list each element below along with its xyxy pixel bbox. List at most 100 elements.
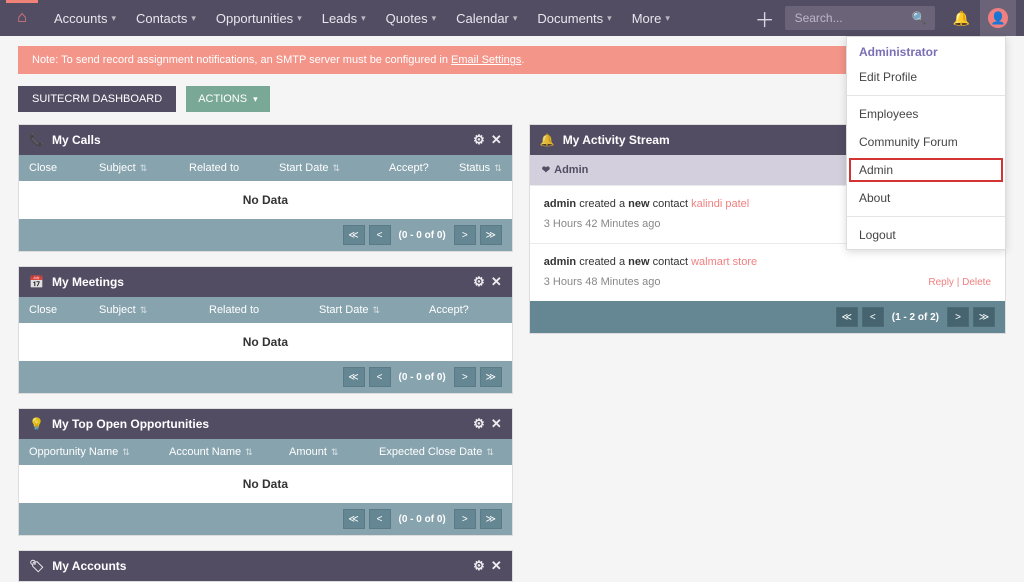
pager-first[interactable]: ≪ [836,307,858,327]
actions-button[interactable]: ACTIONS▾ [186,86,269,112]
col-related[interactable]: Related to [209,304,319,316]
no-data-message: No Data [19,323,512,361]
caret-down-icon: ▾ [297,13,302,24]
close-icon[interactable]: ✕ [491,558,502,574]
col-close[interactable]: Close [29,304,99,316]
nav-documents[interactable]: Documents▾ [527,11,621,26]
pager-prev[interactable]: < [369,225,391,245]
dashlet-title: My Activity Stream [563,133,670,147]
pager-first[interactable]: ≪ [343,367,365,387]
menu-admin[interactable]: Admin [847,156,1005,184]
pager: ≪ < (0 - 0 of 0) > ≫ [19,219,512,251]
pager: ≪ < (1 - 2 of 2) > ≫ [530,301,1005,333]
pager-next[interactable]: > [454,367,476,387]
sort-icon: ⇅ [494,163,502,174]
col-startdate[interactable]: Start Date⇅ [319,304,429,316]
nav-leads[interactable]: Leads▾ [312,11,376,26]
dashlet-columns: Opportunity Name⇅ Account Name⇅ Amount⇅ … [19,439,512,465]
pager-last[interactable]: ≫ [480,367,502,387]
close-icon[interactable]: ✕ [491,416,502,432]
reply-link[interactable]: Reply [928,277,954,288]
col-subject[interactable]: Subject⇅ [99,162,189,174]
menu-edit-profile[interactable]: Edit Profile [847,63,1005,91]
col-amount[interactable]: Amount⇅ [289,446,379,458]
col-status[interactable]: Status⇅ [459,162,502,174]
no-data-message: No Data [19,465,512,503]
home-icon[interactable]: ⌂ [8,4,36,32]
close-icon[interactable]: ✕ [491,132,502,148]
caret-down-icon: ▾ [513,13,518,24]
pager-last[interactable]: ≫ [480,509,502,529]
quick-create-icon[interactable]: ＋ [745,4,785,33]
menu-separator [847,216,1005,217]
close-icon[interactable]: ✕ [491,274,502,290]
col-close-date[interactable]: Expected Close Date⇅ [379,446,502,458]
nav-contacts[interactable]: Contacts▾ [126,11,206,26]
pager-prev[interactable]: < [369,367,391,387]
pager-text: (1 - 2 of 2) [892,312,939,323]
dashlet-my-meetings: 📅 My Meetings ⚙ ✕ Close Subject⇅ Related… [18,266,513,394]
caret-down-icon: ▾ [111,13,116,24]
phone-icon: 📞 [29,133,44,147]
search-icon[interactable]: 🔍 [912,11,927,25]
pager-text: (0 - 0 of 0) [399,514,446,525]
nav-calendar[interactable]: Calendar▾ [446,11,527,26]
col-subject[interactable]: Subject⇅ [99,304,209,316]
col-account-name[interactable]: Account Name⇅ [169,446,289,458]
pager-first[interactable]: ≪ [343,509,365,529]
notifications-icon[interactable]: 🔔 [943,10,980,27]
user-menu-header: Administrator [847,37,1005,63]
pager-next[interactable]: > [454,225,476,245]
sort-icon: ⇅ [122,447,130,458]
gear-icon[interactable]: ⚙ [473,558,485,574]
gear-icon[interactable]: ⚙ [473,132,485,148]
nav-opportunities[interactable]: Opportunities▾ [206,11,312,26]
lightbulb-icon: 💡 [29,417,44,431]
pager-last[interactable]: ≫ [480,225,502,245]
pager-prev[interactable]: < [369,509,391,529]
menu-employees[interactable]: Employees [847,100,1005,128]
alert-link[interactable]: Email Settings [451,54,521,66]
sort-icon: ⇅ [331,447,339,458]
activity-time: 3 Hours 48 Minutes ago [544,274,991,292]
dashlet-title: My Accounts [52,559,126,573]
gear-icon[interactable]: ⚙ [473,274,485,290]
pager-last[interactable]: ≫ [973,307,995,327]
delete-link[interactable]: Delete [962,277,991,288]
sort-icon: ⇅ [486,447,494,458]
col-related[interactable]: Related to [189,162,279,174]
tag-icon: 🏷 [29,559,44,573]
col-opportunity-name[interactable]: Opportunity Name⇅ [29,446,169,458]
nav-quotes[interactable]: Quotes▾ [376,11,446,26]
activity-user: admin [544,256,576,268]
nav-accounts[interactable]: Accounts▾ [44,11,126,26]
user-avatar[interactable]: 👤 [980,0,1016,36]
gear-icon[interactable]: ⚙ [473,416,485,432]
sort-icon: ⇅ [140,163,148,174]
pager-text: (0 - 0 of 0) [399,372,446,383]
menu-separator [847,95,1005,96]
col-startdate[interactable]: Start Date⇅ [279,162,389,174]
nav-items: Accounts▾ Contacts▾ Opportunities▾ Leads… [44,11,680,26]
col-accept[interactable]: Accept? [429,304,502,316]
dashlet-title: My Calls [52,133,101,147]
activity-link[interactable]: walmart store [691,256,757,268]
top-nav: ⌂ Accounts▾ Contacts▾ Opportunities▾ Lea… [0,0,1024,36]
sort-icon: ⇅ [245,447,253,458]
pager-next[interactable]: > [947,307,969,327]
col-accept[interactable]: Accept? [389,162,459,174]
pager-prev[interactable]: < [862,307,884,327]
menu-community[interactable]: Community Forum [847,128,1005,156]
activity-actions: Reply | Delete [928,275,991,291]
sort-icon: ⇅ [140,305,148,316]
activity-link[interactable]: kalindi patel [691,198,749,210]
pager-next[interactable]: > [454,509,476,529]
col-close[interactable]: Close [29,162,99,174]
nav-more[interactable]: More▾ [622,11,680,26]
menu-logout[interactable]: Logout [847,221,1005,249]
menu-about[interactable]: About [847,184,1005,212]
dashboard-tab-button[interactable]: SUITECRM DASHBOARD [18,86,176,112]
pager-first[interactable]: ≪ [343,225,365,245]
dashlet-title: My Meetings [52,275,124,289]
caret-down-icon: ▾ [253,94,258,105]
